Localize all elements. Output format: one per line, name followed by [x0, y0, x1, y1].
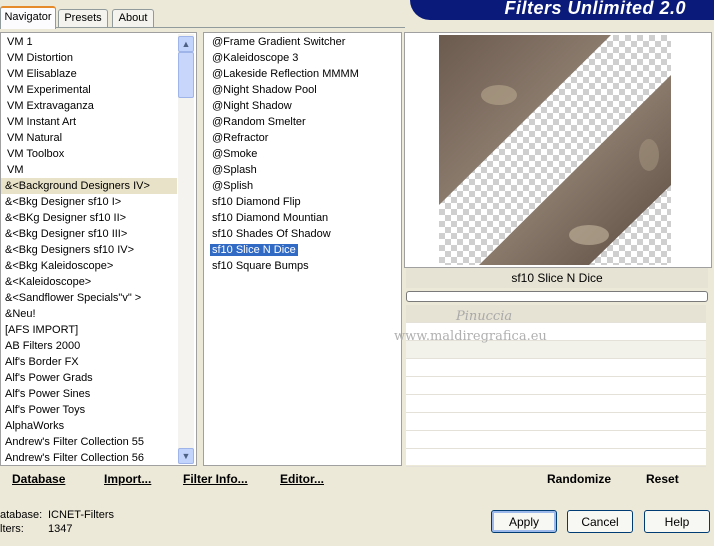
filter-item-selected[interactable]: sf10 Slice N Dice: [208, 242, 398, 258]
scroll-down-arrow-icon[interactable]: ▼: [178, 448, 194, 464]
tab-divider: [0, 27, 405, 28]
category-item[interactable]: Andrew's Filter Collection 56: [1, 450, 177, 466]
category-item[interactable]: &<BKg Designer sf10 II>: [1, 210, 177, 226]
filter-item-label: sf10 Diamond Flip: [212, 196, 301, 208]
filter-item-label: @Refractor: [212, 132, 269, 144]
category-item[interactable]: Alf's Power Toys: [1, 402, 177, 418]
filter-item[interactable]: @Kaleidoscope 3: [208, 50, 398, 66]
filter-item[interactable]: @Random Smelter: [208, 114, 398, 130]
category-item[interactable]: VM 1: [1, 34, 177, 50]
filter-item[interactable]: sf10 Diamond Mountian: [208, 210, 398, 226]
category-item[interactable]: VM Instant Art: [1, 114, 177, 130]
apply-button[interactable]: Apply: [491, 510, 557, 533]
category-item[interactable]: Alf's Power Sines: [1, 386, 177, 402]
filter-item[interactable]: @Night Shadow Pool: [208, 82, 398, 98]
filter-item-label: sf10 Square Bumps: [212, 260, 309, 272]
watermark-name: Pinuccia: [456, 309, 513, 324]
help-button[interactable]: Help: [644, 510, 710, 533]
filter-item-label: @Night Shadow Pool: [212, 84, 317, 96]
category-item[interactable]: &<Background Designers IV>: [1, 178, 177, 194]
tab-presets[interactable]: Presets: [58, 9, 108, 27]
preview-frame: [404, 32, 712, 268]
database-value: ICNET-Filters: [48, 509, 114, 521]
category-item[interactable]: Andrew's Filter Collection 55: [1, 434, 177, 450]
product-banner: Filters Unlimited 2.0: [410, 0, 714, 20]
filter-list[interactable]: @Frame Gradient Switcher @Kaleidoscope 3 @…: [203, 32, 402, 466]
tab-navigator[interactable]: Navigator: [0, 6, 56, 29]
filter-item-label: @Lakeside Reflection MMMM: [212, 68, 359, 80]
import-button[interactable]: Import...: [104, 472, 151, 486]
filter-item-label: @Splash: [212, 164, 257, 176]
filter-item[interactable]: @Smoke: [208, 146, 398, 162]
filter-item[interactable]: @Refractor: [208, 130, 398, 146]
watermark-url: www.maldiregrafica.eu: [394, 329, 547, 344]
category-item[interactable]: VM Toolbox: [1, 146, 177, 162]
filter-items: @Frame Gradient Switcher @Kaleidoscope 3 @…: [208, 34, 398, 274]
product-title: Filters Unlimited 2.0: [504, 0, 686, 18]
filter-info-button[interactable]: Filter Info...: [183, 472, 248, 486]
category-item[interactable]: &<Kaleidoscope>: [1, 274, 177, 290]
filter-item[interactable]: @Frame Gradient Switcher: [208, 34, 398, 50]
filter-item-label: sf10 Slice N Dice: [210, 244, 298, 256]
filter-item-label: @Random Smelter: [212, 116, 306, 128]
filter-item-label: @Frame Gradient Switcher: [212, 36, 346, 48]
preview-image: [439, 35, 671, 265]
editor-button[interactable]: Editor...: [280, 472, 324, 486]
category-scrollbar[interactable]: ▲ ▼: [178, 34, 194, 464]
filter-item-label: @Night Shadow: [212, 100, 292, 112]
category-item[interactable]: AlphaWorks: [1, 418, 177, 434]
preview-pattern: [439, 35, 671, 265]
database-button[interactable]: Database: [12, 472, 65, 486]
category-item[interactable]: &<Bkg Designer sf10 I>: [1, 194, 177, 210]
category-item[interactable]: VM Natural: [1, 130, 177, 146]
filters-count-value: 1347: [48, 523, 73, 535]
category-item[interactable]: Alf's Power Grads: [1, 370, 177, 386]
filter-item-label: @Kaleidoscope 3: [212, 52, 299, 64]
category-item[interactable]: VM Extravaganza: [1, 98, 177, 114]
category-item[interactable]: Alf's Border FX: [1, 354, 177, 370]
filters-count-label: lters:: [0, 523, 24, 535]
randomize-button[interactable]: Randomize: [547, 472, 611, 486]
category-item[interactable]: AB Filters 2000: [1, 338, 177, 354]
parameter-area: Pinuccia www.maldiregrafica.eu: [394, 305, 706, 467]
filter-item-label: sf10 Shades Of Shadow: [212, 228, 331, 240]
category-item[interactable]: &<Bkg Designer sf10 III>: [1, 226, 177, 242]
category-items: VM 1 VM Distortion VM Elisablaze VM Experim…: [1, 34, 177, 466]
tab-about[interactable]: About: [112, 9, 154, 27]
category-item[interactable]: VM Elisablaze: [1, 66, 177, 82]
preview-filter-name: sf10 Slice N Dice: [406, 268, 708, 288]
filter-item[interactable]: @Splash: [208, 162, 398, 178]
filter-item[interactable]: @Splish: [208, 178, 398, 194]
filter-item[interactable]: @Night Shadow: [208, 98, 398, 114]
category-item[interactable]: [AFS IMPORT]: [1, 322, 177, 338]
category-item[interactable]: VM Experimental: [1, 82, 177, 98]
filter-item[interactable]: @Lakeside Reflection MMMM: [208, 66, 398, 82]
category-item[interactable]: VM: [1, 162, 177, 178]
filter-item[interactable]: sf10 Shades Of Shadow: [208, 226, 398, 242]
filter-item-label: sf10 Diamond Mountian: [212, 212, 329, 224]
category-item[interactable]: VM Distortion: [1, 50, 177, 66]
filter-item-label: @Splish: [212, 180, 254, 192]
database-label: atabase:: [0, 509, 43, 521]
progress-bar: [406, 291, 708, 302]
category-item[interactable]: &<Bkg Kaleidoscope>: [1, 258, 177, 274]
category-item[interactable]: &Neu!: [1, 306, 177, 322]
filter-item[interactable]: sf10 Diamond Flip: [208, 194, 398, 210]
category-list[interactable]: VM 1 VM Distortion VM Elisablaze VM Experim…: [0, 32, 197, 466]
scroll-up-arrow-icon[interactable]: ▲: [178, 36, 194, 52]
category-item[interactable]: &<Bkg Designers sf10 IV>: [1, 242, 177, 258]
filter-item[interactable]: sf10 Square Bumps: [208, 258, 398, 274]
reset-button[interactable]: Reset: [646, 472, 679, 486]
category-scroll-thumb[interactable]: [178, 52, 194, 98]
cancel-button[interactable]: Cancel: [567, 510, 633, 533]
category-item[interactable]: &<Sandflower Specials"v" >: [1, 290, 177, 306]
filter-item-label: @Smoke: [212, 148, 258, 160]
